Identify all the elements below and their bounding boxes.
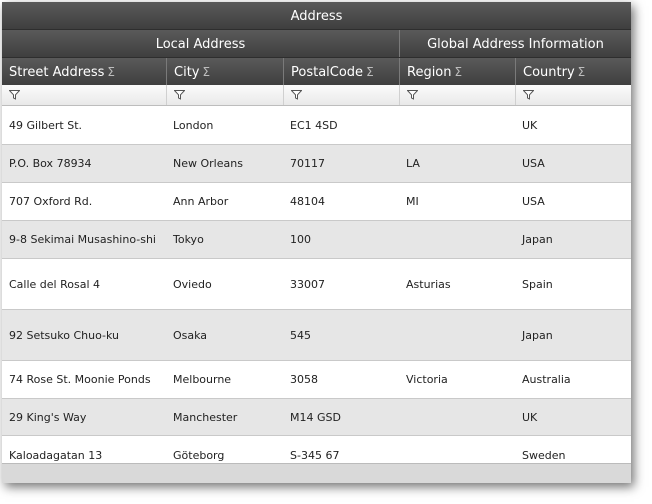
cell-region[interactable]: [399, 221, 515, 258]
column-label: PostalCode: [291, 65, 364, 80]
local-address-label: Local Address: [155, 37, 246, 52]
cell-postal-code[interactable]: 100: [283, 221, 399, 258]
cell-street-address[interactable]: 9-8 Sekimai Musashino-shi: [2, 221, 166, 258]
table-row[interactable]: 707 Oxford Rd. Ann Arbor 48104 MI USA: [2, 183, 631, 221]
filter-icon[interactable]: [9, 90, 20, 100]
group-header-global-address: Global Address Information: [399, 30, 631, 57]
column-label: Region: [407, 65, 452, 80]
cell-postal-code[interactable]: M14 GSD: [283, 399, 399, 435]
cell-street-address[interactable]: 92 Setsuko Chuo-ku: [2, 310, 166, 360]
filter-cell-region: [399, 85, 515, 105]
cell-street-address[interactable]: 29 King's Way: [2, 399, 166, 435]
cell-region[interactable]: MI: [399, 183, 515, 220]
cell-postal-code[interactable]: 545: [283, 310, 399, 360]
cell-region[interactable]: [399, 310, 515, 360]
cell-street-address[interactable]: 49 Gilbert St.: [2, 106, 166, 144]
cell-city[interactable]: Osaka: [166, 310, 283, 360]
filter-cell-postal-code: [283, 85, 399, 105]
grid-footer: [2, 463, 631, 483]
cell-street-address[interactable]: P.O. Box 78934: [2, 145, 166, 182]
filter-icon[interactable]: [291, 90, 302, 100]
filter-icon[interactable]: [174, 90, 185, 100]
cell-country[interactable]: UK: [515, 399, 631, 435]
cell-country[interactable]: Japan: [515, 310, 631, 360]
column-label: City: [174, 65, 200, 80]
column-header-region[interactable]: Region Σ: [399, 58, 515, 85]
cell-region[interactable]: Asturias: [399, 259, 515, 309]
sigma-icon[interactable]: Σ: [366, 65, 374, 79]
cell-region[interactable]: [399, 106, 515, 144]
cell-city[interactable]: Manchester: [166, 399, 283, 435]
table-row[interactable]: Calle del Rosal 4 Oviedo 33007 Asturias …: [2, 259, 631, 310]
address-grid: Address Local Address Global Address Inf…: [2, 2, 631, 483]
sigma-icon[interactable]: Σ: [107, 65, 115, 79]
cell-postal-code[interactable]: 48104: [283, 183, 399, 220]
table-row[interactable]: P.O. Box 78934 New Orleans 70117 LA USA: [2, 145, 631, 183]
column-header-street-address[interactable]: Street Address Σ: [2, 58, 166, 85]
sigma-icon[interactable]: Σ: [578, 65, 586, 79]
cell-city[interactable]: Melbourne: [166, 361, 283, 398]
cell-country[interactable]: UK: [515, 106, 631, 144]
cell-city[interactable]: New Orleans: [166, 145, 283, 182]
sigma-icon[interactable]: Σ: [202, 65, 210, 79]
cell-street-address[interactable]: 707 Oxford Rd.: [2, 183, 166, 220]
table-row[interactable]: 49 Gilbert St. London EC1 4SD UK: [2, 106, 631, 145]
cell-country[interactable]: Spain: [515, 259, 631, 309]
filter-icon[interactable]: [523, 90, 534, 100]
cell-postal-code[interactable]: 3058: [283, 361, 399, 398]
cell-region[interactable]: LA: [399, 145, 515, 182]
column-label: Country: [523, 65, 575, 80]
sigma-icon[interactable]: Σ: [455, 65, 463, 79]
column-header-postal-code[interactable]: PostalCode Σ: [283, 58, 399, 85]
cell-postal-code[interactable]: EC1 4SD: [283, 106, 399, 144]
table-row[interactable]: 92 Setsuko Chuo-ku Osaka 545 Japan: [2, 310, 631, 361]
filter-row: [2, 85, 631, 106]
cell-city[interactable]: Ann Arbor: [166, 183, 283, 220]
filter-cell-country: [515, 85, 631, 105]
group-header-address: Address: [2, 2, 631, 30]
group-header-local-address: Local Address: [2, 30, 399, 57]
group-header-row: Local Address Global Address Information: [2, 30, 631, 58]
filter-cell-street-address: [2, 85, 166, 105]
cell-postal-code[interactable]: 33007: [283, 259, 399, 309]
cell-region[interactable]: Victoria: [399, 361, 515, 398]
group-header-address-label: Address: [290, 9, 343, 24]
cell-postal-code[interactable]: 70117: [283, 145, 399, 182]
cell-country[interactable]: USA: [515, 183, 631, 220]
cell-country[interactable]: Australia: [515, 361, 631, 398]
column-header-row: Street Address Σ City Σ PostalCode Σ Region…: [2, 58, 631, 85]
cell-country[interactable]: Japan: [515, 221, 631, 258]
cell-street-address[interactable]: Calle del Rosal 4: [2, 259, 166, 309]
column-header-city[interactable]: City Σ: [166, 58, 283, 85]
cell-country[interactable]: USA: [515, 145, 631, 182]
global-address-label: Global Address Information: [427, 37, 604, 52]
cell-city[interactable]: Oviedo: [166, 259, 283, 309]
column-label: Street Address: [9, 65, 105, 80]
column-header-country[interactable]: Country Σ: [515, 58, 631, 85]
table-row[interactable]: 29 King's Way Manchester M14 GSD UK: [2, 399, 631, 436]
cell-city[interactable]: Tokyo: [166, 221, 283, 258]
cell-region[interactable]: [399, 399, 515, 435]
table-row[interactable]: 74 Rose St. Moonie Ponds Melbourne 3058 …: [2, 361, 631, 399]
cell-city[interactable]: London: [166, 106, 283, 144]
table-row[interactable]: 9-8 Sekimai Musashino-shi Tokyo 100 Japa…: [2, 221, 631, 259]
filter-cell-city: [166, 85, 283, 105]
filter-icon[interactable]: [407, 90, 418, 100]
cell-street-address[interactable]: 74 Rose St. Moonie Ponds: [2, 361, 166, 398]
